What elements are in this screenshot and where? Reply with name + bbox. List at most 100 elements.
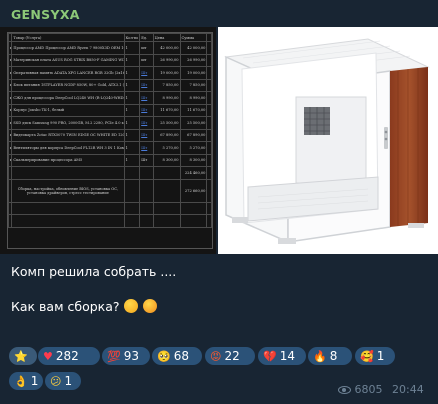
- table-cell-name: СЖО для процессора DeepCool LQ240 WH (R-…: [11, 91, 125, 105]
- reaction-count: 282: [55, 349, 79, 363]
- table-cell-empty: [179, 201, 208, 215]
- table-cell-empty: [139, 201, 154, 215]
- table-cell-empty: [206, 201, 212, 215]
- table-cell-price: 19 000,00: [152, 66, 181, 80]
- table-cell-sum: 11 670,00: [179, 103, 208, 117]
- table-cell-empty: [179, 214, 208, 228]
- reaction-angry-face[interactable]: 😡 22: [205, 347, 255, 365]
- table-cell-edge: [206, 66, 212, 80]
- message-text-line-2: Как вам сборка?: [11, 299, 158, 314]
- spreadsheet-table: Товар (Услуга) Кол-во Ед. Цена Сумма Процессо…: [7, 33, 212, 228]
- spreadsheet: Товар (Услуга) Кол-во Ед. Цена Сумма Процессо…: [7, 32, 213, 249]
- table-cell-unit: Шт: [139, 141, 154, 155]
- table-row: Оперативная память ADATA XPG LANCER RGB …: [7, 66, 212, 80]
- reaction-count: 1: [64, 374, 73, 388]
- table-cell-edge: [206, 33, 212, 42]
- table-header-cell: Ед.: [139, 33, 154, 42]
- table-cell-name: Вентиляторы для корпуса DeepCool FL12R W…: [11, 141, 125, 155]
- table-empty-row: [7, 201, 212, 215]
- table-cell-name: Корпус Jonsbo TK-1, белый: [11, 103, 125, 117]
- reaction-hundred-points[interactable]: 💯 93: [102, 347, 150, 365]
- table-cell-price: [152, 178, 181, 203]
- table-cell-empty: [152, 201, 181, 215]
- table-cell-service-note: Сборка, настройка, обновление BIOS, уста…: [11, 178, 125, 203]
- reaction-count: 1: [376, 349, 385, 363]
- pleading-face-icon: 🥺: [157, 350, 171, 363]
- table-cell-name: Материнская плата ASUS ROG STRIX B850-F …: [11, 53, 125, 67]
- table-cell-price: 42 000,00: [152, 41, 181, 55]
- table-subtotal-row: 224 460,00: [7, 166, 212, 180]
- table-header-cell: Сумма: [179, 33, 208, 42]
- reaction-count: 14: [279, 349, 295, 363]
- reaction-pleading-face[interactable]: 🥺 68: [152, 347, 202, 365]
- table-cell-unit: Шт: [139, 103, 154, 117]
- table-header-row: Товар (Услуга) Кол-во Ед. Цена Сумма: [7, 33, 212, 42]
- table-cell-price: 8 990,00: [152, 91, 181, 105]
- reaction-ok-hand[interactable]: 👌 1: [9, 372, 43, 390]
- broken-heart-icon: 💔: [263, 350, 277, 363]
- table-header-cell: Кол-во: [123, 33, 141, 42]
- table-cell-qty: 1: [123, 128, 141, 142]
- table-cell-empty: [123, 201, 141, 215]
- table-cell-subtotal: 224 460,00: [179, 166, 208, 180]
- hundred-points-icon: 💯: [107, 350, 121, 363]
- reaction-broken-heart[interactable]: 💔 14: [258, 347, 306, 365]
- table-cell-empty: [123, 214, 141, 228]
- smiling-hearts-icon: 🥰: [360, 350, 374, 363]
- table-cell-unit: Шт: [139, 153, 154, 167]
- photo-spreadsheet[interactable]: Товар (Услуга) Кол-во Ед. Цена Сумма Процессо…: [0, 27, 216, 254]
- table-cell-empty: [152, 214, 181, 228]
- reaction-fire[interactable]: 🔥 8: [308, 347, 352, 365]
- pc-case-illustration: [224, 38, 430, 244]
- photo-pc-case[interactable]: [218, 27, 438, 254]
- table-cell-price: [152, 166, 181, 180]
- table-empty-row: [7, 214, 212, 228]
- table-cell-qty: [123, 166, 141, 180]
- table-cell-unit: [139, 166, 154, 180]
- table-cell-unit: Шт: [139, 78, 154, 92]
- table-cell-qty: 1: [123, 141, 141, 155]
- table-cell-edge: [206, 141, 212, 155]
- table-cell-name: Блок питания 1STPLAYER NGDP 850W, 80+ Go…: [11, 78, 125, 92]
- table-cell-edge: [206, 116, 212, 130]
- reaction-count: 93: [123, 349, 139, 363]
- thinking-face-emoji: [124, 299, 139, 313]
- table-cell-edge: [206, 128, 212, 142]
- table-cell-edge: [206, 103, 212, 117]
- table-row: Вентиляторы для корпуса DeepCool FL12R W…: [7, 141, 212, 155]
- table-cell-edge: [206, 41, 212, 55]
- table-cell-price: 8 300,00: [152, 153, 181, 167]
- table-cell-unit: Шт: [139, 91, 154, 105]
- table-cell-name: Процессор AMD Процессор AMD Ryzen 7 9800…: [11, 41, 125, 55]
- reaction-smiling-hearts[interactable]: 🥰 1: [355, 347, 395, 365]
- table-cell-sum: 26 990,00: [179, 53, 208, 67]
- eye-icon: [338, 386, 351, 394]
- table-cell-qty: 1: [123, 78, 141, 92]
- table-cell-price: 7 850,00: [152, 78, 181, 92]
- reaction-heart[interactable]: ♥ 282: [38, 347, 100, 365]
- table-row: Материнская плата ASUS ROG STRIX B850-F …: [7, 53, 212, 67]
- table-cell-qty: 1: [123, 53, 141, 67]
- reaction-star[interactable]: ⭐: [9, 347, 37, 365]
- fire-icon: 🔥: [313, 350, 327, 363]
- table-cell-price: 26 990,00: [152, 53, 181, 67]
- table-row: Процессор AMD Процессор AMD Ryzen 7 9800…: [7, 41, 212, 55]
- table-cell-unit: [139, 178, 154, 203]
- table-cell-price: 67 890,00: [152, 128, 181, 142]
- reaction-confused-face[interactable]: 😕 1: [45, 372, 81, 390]
- table-cell-qty: 1: [123, 116, 141, 130]
- angry-face-icon: 😡: [210, 350, 222, 363]
- table-cell-qty: 1: [123, 91, 141, 105]
- table-cell-sum: 25 500,00: [179, 116, 208, 130]
- table-cell-name: Оперативная память ADATA XPG LANCER RGB …: [11, 66, 125, 80]
- reaction-count: 8: [329, 349, 338, 363]
- table-cell-total: 272 660,00: [179, 178, 208, 203]
- sender-name[interactable]: GENSYXA: [11, 7, 80, 22]
- table-cell-unit: Шт: [139, 128, 154, 142]
- heart-icon: ♥: [43, 350, 53, 363]
- table-cell-sum: 8 990,00: [179, 91, 208, 105]
- table-cell-empty: [139, 214, 154, 228]
- ok-hand-icon: 👌: [14, 375, 28, 388]
- table-row: SSD диск Samsung 990 PRO, 2000GB, M.2 22…: [7, 116, 212, 130]
- reaction-count: 68: [173, 349, 189, 363]
